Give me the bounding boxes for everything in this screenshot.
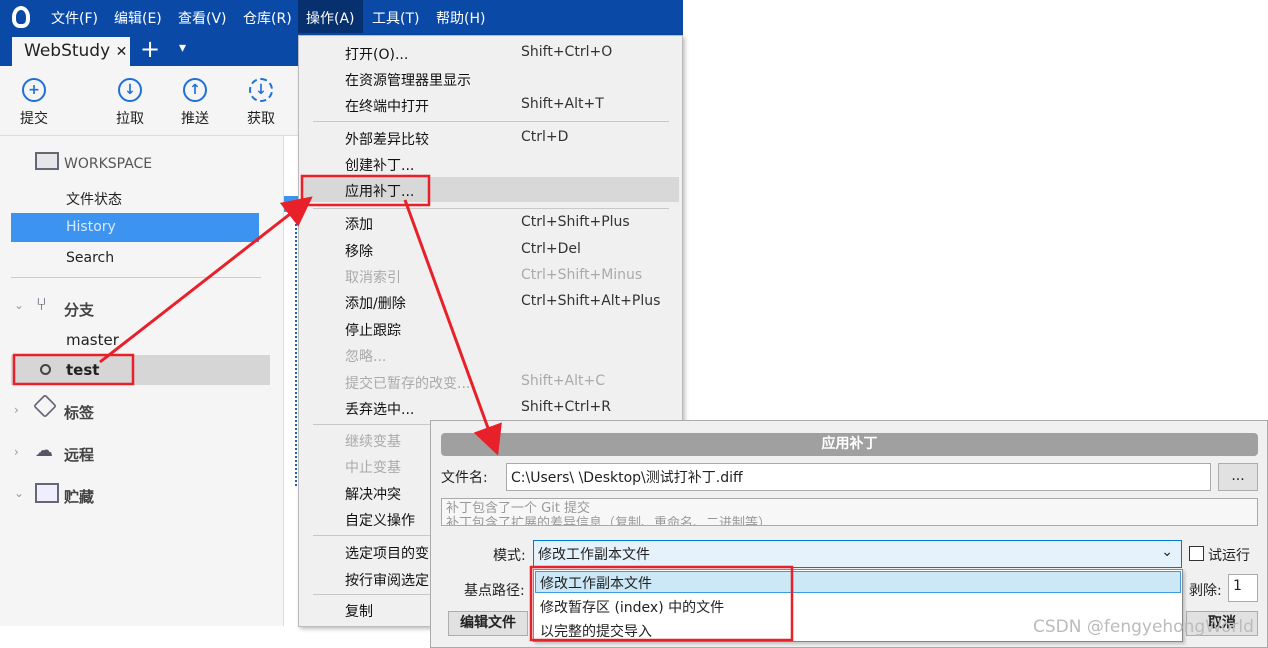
annotation-arrow — [403, 199, 502, 456]
annotation-box-options — [529, 565, 794, 642]
annotation-box-test — [12, 353, 135, 386]
annotation-arrow — [99, 196, 313, 364]
annotation-overlay — [12, 174, 794, 642]
annotation-box-apply — [300, 174, 431, 207]
